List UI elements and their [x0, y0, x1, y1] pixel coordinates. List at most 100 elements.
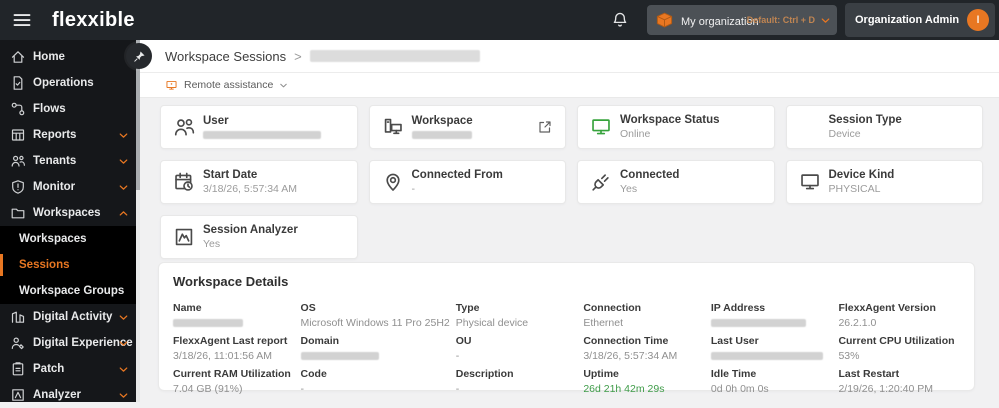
location-icon	[382, 171, 404, 193]
sidebar-item-patch[interactable]: Patch	[0, 356, 140, 382]
card-label: Session Analyzer	[203, 224, 298, 236]
user-role-label: Organization Admin	[855, 14, 960, 26]
toolbar: Remote assistance	[140, 73, 999, 98]
sidebar-item-label: Tenants	[33, 155, 77, 167]
card-value: Yes	[203, 238, 221, 250]
breadcrumb: Workspace Sessions >	[140, 40, 999, 73]
icon-placeholder	[799, 116, 821, 138]
card-value: Yes	[620, 183, 638, 195]
card-value: Online	[620, 128, 651, 140]
field-label: Domain	[300, 335, 340, 347]
field-value: -	[300, 383, 305, 395]
sidebar-item-label: Reports	[33, 129, 77, 141]
organization-shortcut: Default: Ctrl + D	[746, 15, 815, 25]
flows-icon	[10, 101, 26, 117]
monitor-shield-icon	[10, 179, 26, 195]
user-account-button[interactable]: Organization Admin I	[845, 3, 995, 37]
field-value: 3/18/26, 11:01:56 AM	[173, 350, 273, 362]
field-label: Code	[300, 368, 327, 380]
card-session-type: Session Type Device	[785, 105, 983, 149]
field-label: Last Restart	[838, 368, 900, 380]
sidebar-item-flows[interactable]: Flows	[0, 96, 140, 122]
card-label: Workspace	[411, 115, 473, 127]
card-label: Start Date	[203, 169, 258, 181]
organization-selector[interactable]: My organization Default: Ctrl + D	[647, 5, 837, 35]
remote-assistance-label: Remote assistance	[184, 79, 274, 91]
pin-sidebar-button[interactable]	[126, 43, 152, 69]
field-label: Type	[455, 302, 480, 314]
plug-icon	[590, 171, 612, 193]
monitor-icon	[590, 116, 612, 138]
field-last-restart: Last Restart 2/19/26, 1:20:40 PM	[838, 368, 960, 395]
field-type: Type Physical device	[456, 302, 578, 329]
card-value: -	[411, 183, 416, 195]
sidebar-item-digital-experience[interactable]: Digital Experience	[0, 330, 140, 356]
digital-activity-icon	[10, 309, 26, 325]
field-label: Idle Time	[710, 368, 757, 380]
sidebar-item-workspaces[interactable]: Workspaces	[0, 226, 140, 252]
pin-icon	[133, 50, 146, 63]
details-grid: Name OS Microsoft Windows 11 Pro 25H2 Type P…	[173, 302, 960, 395]
organization-box-icon	[655, 11, 674, 30]
field-os: OS Microsoft Windows 11 Pro 25H2	[301, 302, 450, 329]
field-label: OS	[300, 302, 316, 314]
field-description: Description -	[456, 368, 578, 395]
sidebar-item-tenants[interactable]: Tenants	[0, 148, 140, 174]
sidebar-item-digital-activity[interactable]: Digital Activity	[0, 304, 140, 330]
sidebar-item-sessions[interactable]: Sessions	[0, 252, 140, 278]
card-connected: Connected Yes	[577, 160, 775, 204]
home-icon	[10, 49, 26, 65]
page-title: Workspace Sessions	[165, 48, 287, 64]
field-value: Physical device	[455, 317, 529, 329]
sidebar-item-monitor[interactable]: Monitor	[0, 174, 140, 200]
sidebar-item-workspaces[interactable]: Workspaces	[0, 200, 140, 226]
brand-logo: flexxible	[52, 8, 135, 31]
field-label: OU	[455, 335, 472, 347]
field-last-user: Last User	[710, 335, 833, 362]
remote-assistance-button[interactable]: Remote assistance	[165, 79, 289, 92]
card-value: Device	[828, 128, 861, 140]
sidebar-item-workspace-groups[interactable]: Workspace Groups	[0, 278, 140, 304]
card-label: Workspace Status	[620, 114, 720, 126]
field-ip-address: IP Address	[710, 302, 833, 329]
card-label: Session Type	[828, 114, 902, 126]
field-domain: Domain	[300, 335, 450, 362]
sidebar-scrollbar[interactable]	[136, 40, 140, 402]
avatar[interactable]: I	[967, 9, 989, 31]
details-title: Workspace Details	[173, 274, 289, 289]
card-label: Device Kind	[828, 169, 895, 181]
analyzer-icon	[10, 387, 26, 403]
external-link-icon[interactable]	[537, 119, 553, 135]
chevron-down-icon	[278, 80, 289, 91]
chevron-down-icon	[117, 311, 130, 324]
sidebar-item-label: Digital Activity	[33, 311, 113, 323]
notifications-bell-icon	[611, 11, 629, 29]
field-label: IP Address	[710, 302, 766, 314]
sidebar-item-operations[interactable]: Operations	[0, 70, 140, 96]
chart-box-icon	[173, 226, 195, 248]
field-current-cpu-utilization: Current CPU Utilization 53%	[838, 335, 960, 362]
sidebar-item-reports[interactable]: Reports	[0, 122, 140, 148]
sidebar-item-analyzer[interactable]: Analyzer	[0, 382, 140, 408]
field-ou: OU -	[456, 335, 578, 362]
remote-monitor-icon	[165, 79, 178, 92]
sidebar-nav: Home Operations Flows Reports Tenants Monitor…	[0, 40, 140, 408]
field-value: 0d 0h 0m 0s	[710, 383, 769, 395]
field-uptime: Uptime 26d 21h 42m 29s	[583, 368, 705, 395]
chevron-down-icon	[117, 337, 130, 350]
field-redacted-value	[710, 352, 823, 360]
breadcrumb-redacted-value	[309, 50, 480, 62]
sidebar-item-label: Analyzer	[33, 389, 81, 401]
field-label: Name	[173, 302, 202, 314]
sidebar-item-home[interactable]: Home	[0, 44, 140, 70]
workspaces-icon	[10, 205, 26, 221]
card-device-kind: Device Kind PHYSICAL	[785, 160, 983, 204]
field-current-ram-utilization: Current RAM Utilization 7.04 GB (91%)	[173, 368, 295, 395]
workspace-details-panel: Workspace Details Name OS Microsoft Window…	[158, 262, 975, 395]
field-label: Current RAM Utilization	[173, 368, 291, 380]
field-label: FlexxAgent Last report	[173, 335, 288, 347]
card-value: PHYSICAL	[828, 183, 881, 195]
breadcrumb-separator: >	[294, 48, 302, 64]
card-label: Connected	[620, 169, 680, 181]
field-name: Name	[173, 302, 295, 329]
